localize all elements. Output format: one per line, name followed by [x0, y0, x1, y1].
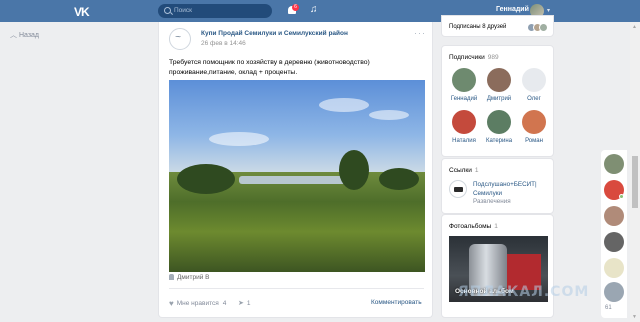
scroll-up-arrow-icon[interactable]: ▲: [632, 24, 637, 30]
albums-count: 1: [494, 223, 498, 230]
post-date[interactable]: 26 фев в 14:46: [201, 40, 246, 47]
search-icon: [164, 7, 171, 14]
post-signer[interactable]: Дмитрий В: [169, 274, 210, 281]
avatar: [522, 68, 546, 92]
subscribers-title-label: Подписчики: [449, 54, 485, 61]
links-title-label: Ссылки: [449, 167, 472, 174]
subscriber-name: Олег: [527, 96, 541, 102]
heart-icon: ♥: [169, 299, 174, 308]
watermark: ЯПЛАКАЛ.COM: [458, 284, 590, 300]
user-name[interactable]: Геннадий: [496, 6, 529, 13]
photo-trees: [169, 150, 425, 194]
photo-cloud: [369, 110, 409, 120]
comment-button[interactable]: Комментировать: [371, 299, 422, 306]
avatar: [452, 110, 476, 134]
subscriber-item[interactable]: Олег: [517, 68, 551, 108]
link-name[interactable]: Подслушано+БЕСИТ| Семилуки: [473, 180, 553, 198]
chat-avatar[interactable]: [604, 258, 624, 278]
share-count: 1: [246, 300, 251, 307]
music-note-icon[interactable]: ♫: [310, 4, 318, 15]
chat-avatar[interactable]: [604, 154, 624, 174]
photo-cloud: [209, 132, 269, 146]
subscriber-item[interactable]: Катерина: [482, 110, 516, 150]
subscriber-item[interactable]: Геннадий: [447, 68, 481, 108]
more-options-icon[interactable]: ···: [414, 28, 426, 38]
vk-logo[interactable]: VK: [74, 5, 90, 19]
albums-title[interactable]: Фотоальбомы 1: [449, 223, 498, 230]
avatar: [487, 110, 511, 134]
subscriber-name: Катерина: [485, 138, 513, 144]
post-text: Требуется помощник по хозяйству в деревн…: [169, 59, 370, 76]
links-title[interactable]: Ссылки 1: [449, 167, 479, 174]
albums-title-label: Фотоальбомы: [449, 223, 492, 230]
online-indicator: [619, 194, 624, 199]
chat-avatar[interactable]: [604, 232, 624, 252]
signer-name: Дмитрий В: [177, 274, 210, 281]
subscriber-name: Геннадий: [450, 96, 478, 102]
chat-dock: 61: [601, 150, 627, 318]
post-author[interactable]: Купи Продай Семилуки и Семилукский район: [201, 30, 348, 37]
links-card: Ссылки 1 Подслушано+БЕСИТ| Семилуки Развл…: [441, 158, 554, 214]
links-count: 1: [474, 167, 479, 174]
community-avatar[interactable]: [169, 28, 191, 50]
user-icon: [169, 274, 174, 280]
notifications-badge: 6: [292, 4, 299, 11]
subscribers-card: Подписчики 989 Геннадий Дмитрий Олег Наталия…: [441, 45, 554, 157]
friends-subscribed-card[interactable]: Подписаны 8 друзей: [441, 15, 554, 37]
chevron-up-icon: ︿: [10, 32, 17, 39]
subscribed-friends-text: Подписаны 8 друзей: [449, 24, 507, 30]
search-placeholder: Поиск: [174, 7, 193, 14]
avatar: [539, 23, 548, 32]
subscriber-item[interactable]: Роман: [517, 110, 551, 150]
chevron-down-icon[interactable]: ▾: [547, 7, 550, 14]
wall-post: Купи Продай Семилуки и Семилукский район…: [158, 22, 433, 318]
scroll-down-arrow-icon[interactable]: ▼: [632, 314, 637, 320]
link-description: Развлечения: [473, 198, 511, 205]
share-icon: ➤: [238, 300, 244, 307]
notifications-bell-icon[interactable]: 6: [287, 4, 299, 16]
avatar: [452, 68, 476, 92]
subscriber-name: Роман: [525, 138, 543, 144]
photo-tree: [379, 168, 419, 190]
share-button[interactable]: ➤ 1: [238, 299, 251, 307]
like-label: Мне нравится: [176, 300, 219, 307]
chat-avatar[interactable]: [604, 282, 624, 302]
post-photo[interactable]: [169, 80, 425, 272]
subscribers-title[interactable]: Подписчики 989: [449, 54, 499, 61]
scroll-thumb[interactable]: [632, 156, 638, 208]
back-link[interactable]: ︿ Назад: [10, 30, 39, 40]
chat-avatar[interactable]: [604, 206, 624, 226]
link-logo: [449, 180, 467, 198]
avatar: [522, 110, 546, 134]
albums-card: Фотоальбомы 1 Основной альбом: [441, 214, 554, 318]
search-input[interactable]: Поиск: [158, 4, 272, 18]
back-label: Назад: [18, 32, 40, 39]
photo-cloud: [319, 98, 369, 112]
avatar: [487, 68, 511, 92]
like-count: 4: [222, 300, 227, 307]
photo-tree: [177, 164, 235, 194]
subscriber-name: Дмитрий: [486, 96, 512, 102]
subscriber-name: Наталия: [452, 138, 476, 144]
subscribers-count: 989: [487, 54, 499, 61]
like-button[interactable]: ♥ Мне нравится 4: [169, 299, 226, 308]
photo-tree: [339, 150, 369, 190]
subscriber-item[interactable]: Наталия: [447, 110, 481, 150]
chat-count[interactable]: 61: [605, 305, 612, 311]
subscriber-item[interactable]: Дмитрий: [482, 68, 516, 108]
page-scrollbar[interactable]: ▲ ▼: [630, 22, 640, 322]
divider: [169, 288, 424, 289]
